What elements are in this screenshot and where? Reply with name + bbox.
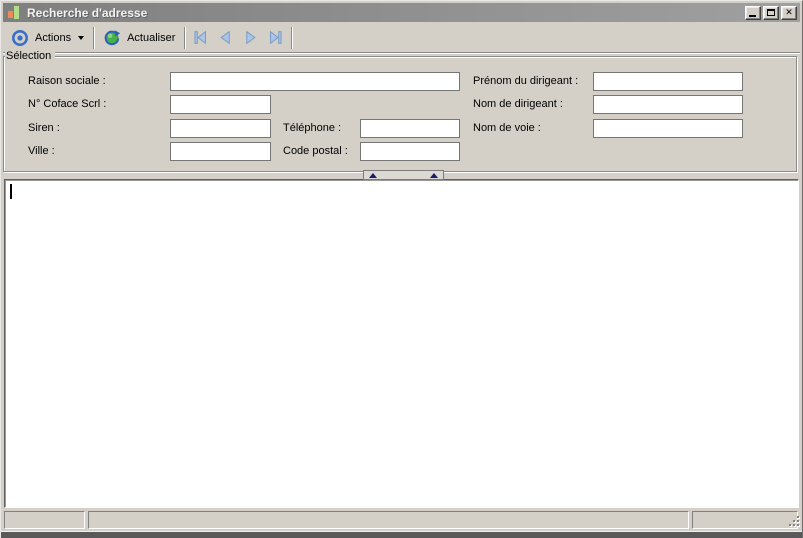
collapse-up-icon: [430, 173, 438, 178]
refresh-button-label: Actualiser: [127, 31, 176, 44]
text-caret: [10, 184, 12, 199]
code-postal-label: Code postal :: [283, 145, 348, 157]
chevron-down-icon: [78, 35, 85, 40]
icon-green-bar: [14, 6, 19, 19]
refresh-button[interactable]: Actualiser: [97, 26, 181, 50]
nav-previous-button[interactable]: [213, 26, 238, 50]
status-panel-middle: [88, 511, 689, 529]
telephone-input[interactable]: [360, 119, 460, 138]
selection-groupbox-title: Sélection: [5, 50, 56, 63]
maximize-icon: [767, 8, 775, 16]
telephone-label: Téléphone :: [283, 122, 342, 134]
prenom-dirigeant-label: Prénom du dirigeant :: [473, 75, 579, 87]
nav-last-button[interactable]: [263, 26, 288, 50]
maximize-button[interactable]: [763, 5, 779, 20]
previous-record-icon: [217, 29, 234, 46]
application-window: Recherche d'adresse ✕ Actions Actualiser…: [0, 0, 803, 538]
coface-label: N° Coface Scrl :: [28, 98, 107, 110]
actions-target-icon: [11, 29, 29, 47]
first-record-icon: [192, 29, 209, 46]
resize-grip[interactable]: [789, 516, 801, 528]
nom-voie-input[interactable]: [593, 119, 743, 138]
icon-orange-bar: [8, 11, 13, 18]
results-area[interactable]: [4, 179, 799, 508]
minimize-icon: [749, 14, 756, 17]
next-record-icon: [242, 29, 259, 46]
nom-voie-label: Nom de voie :: [473, 122, 541, 134]
nav-first-button[interactable]: [188, 26, 213, 50]
window-controls: ✕: [745, 5, 797, 20]
nom-dirigeant-label: Nom de dirigeant :: [473, 98, 563, 110]
ville-input[interactable]: [170, 142, 271, 161]
toolbar-separator: [184, 26, 186, 49]
coface-input[interactable]: [170, 95, 271, 114]
code-postal-input[interactable]: [360, 142, 460, 161]
siren-label: Siren :: [28, 122, 60, 134]
last-record-icon: [267, 29, 284, 46]
toolbar-divider: [3, 52, 800, 53]
raison-sociale-input[interactable]: [170, 72, 460, 91]
siren-input[interactable]: [170, 119, 271, 138]
nom-dirigeant-input[interactable]: [593, 95, 743, 114]
status-bar: [0, 511, 803, 530]
toolbar-separator: [291, 26, 293, 49]
close-button[interactable]: ✕: [781, 5, 797, 20]
prenom-dirigeant-input[interactable]: [593, 72, 743, 91]
app-bar-chart-icon: [7, 6, 20, 19]
toolbar: Actions Actualiser: [3, 23, 800, 52]
ville-label: Ville :: [28, 145, 55, 157]
actions-button[interactable]: Actions: [5, 26, 90, 50]
actions-button-label: Actions: [35, 31, 72, 44]
collapse-panel-splitter[interactable]: [363, 170, 444, 180]
collapse-up-icon: [369, 173, 377, 178]
close-icon: ✕: [785, 7, 793, 17]
window-bottom-edge: [0, 531, 803, 538]
window-title: Recherche d'adresse: [27, 5, 148, 20]
status-panel-left: [4, 511, 85, 529]
refresh-icon: [103, 29, 121, 47]
nav-next-button[interactable]: [238, 26, 263, 50]
status-panel-right: [692, 511, 798, 529]
minimize-button[interactable]: [745, 5, 761, 20]
title-bar[interactable]: Recherche d'adresse ✕: [3, 3, 800, 22]
raison-sociale-label: Raison sociale :: [28, 75, 106, 87]
toolbar-separator: [93, 26, 95, 49]
